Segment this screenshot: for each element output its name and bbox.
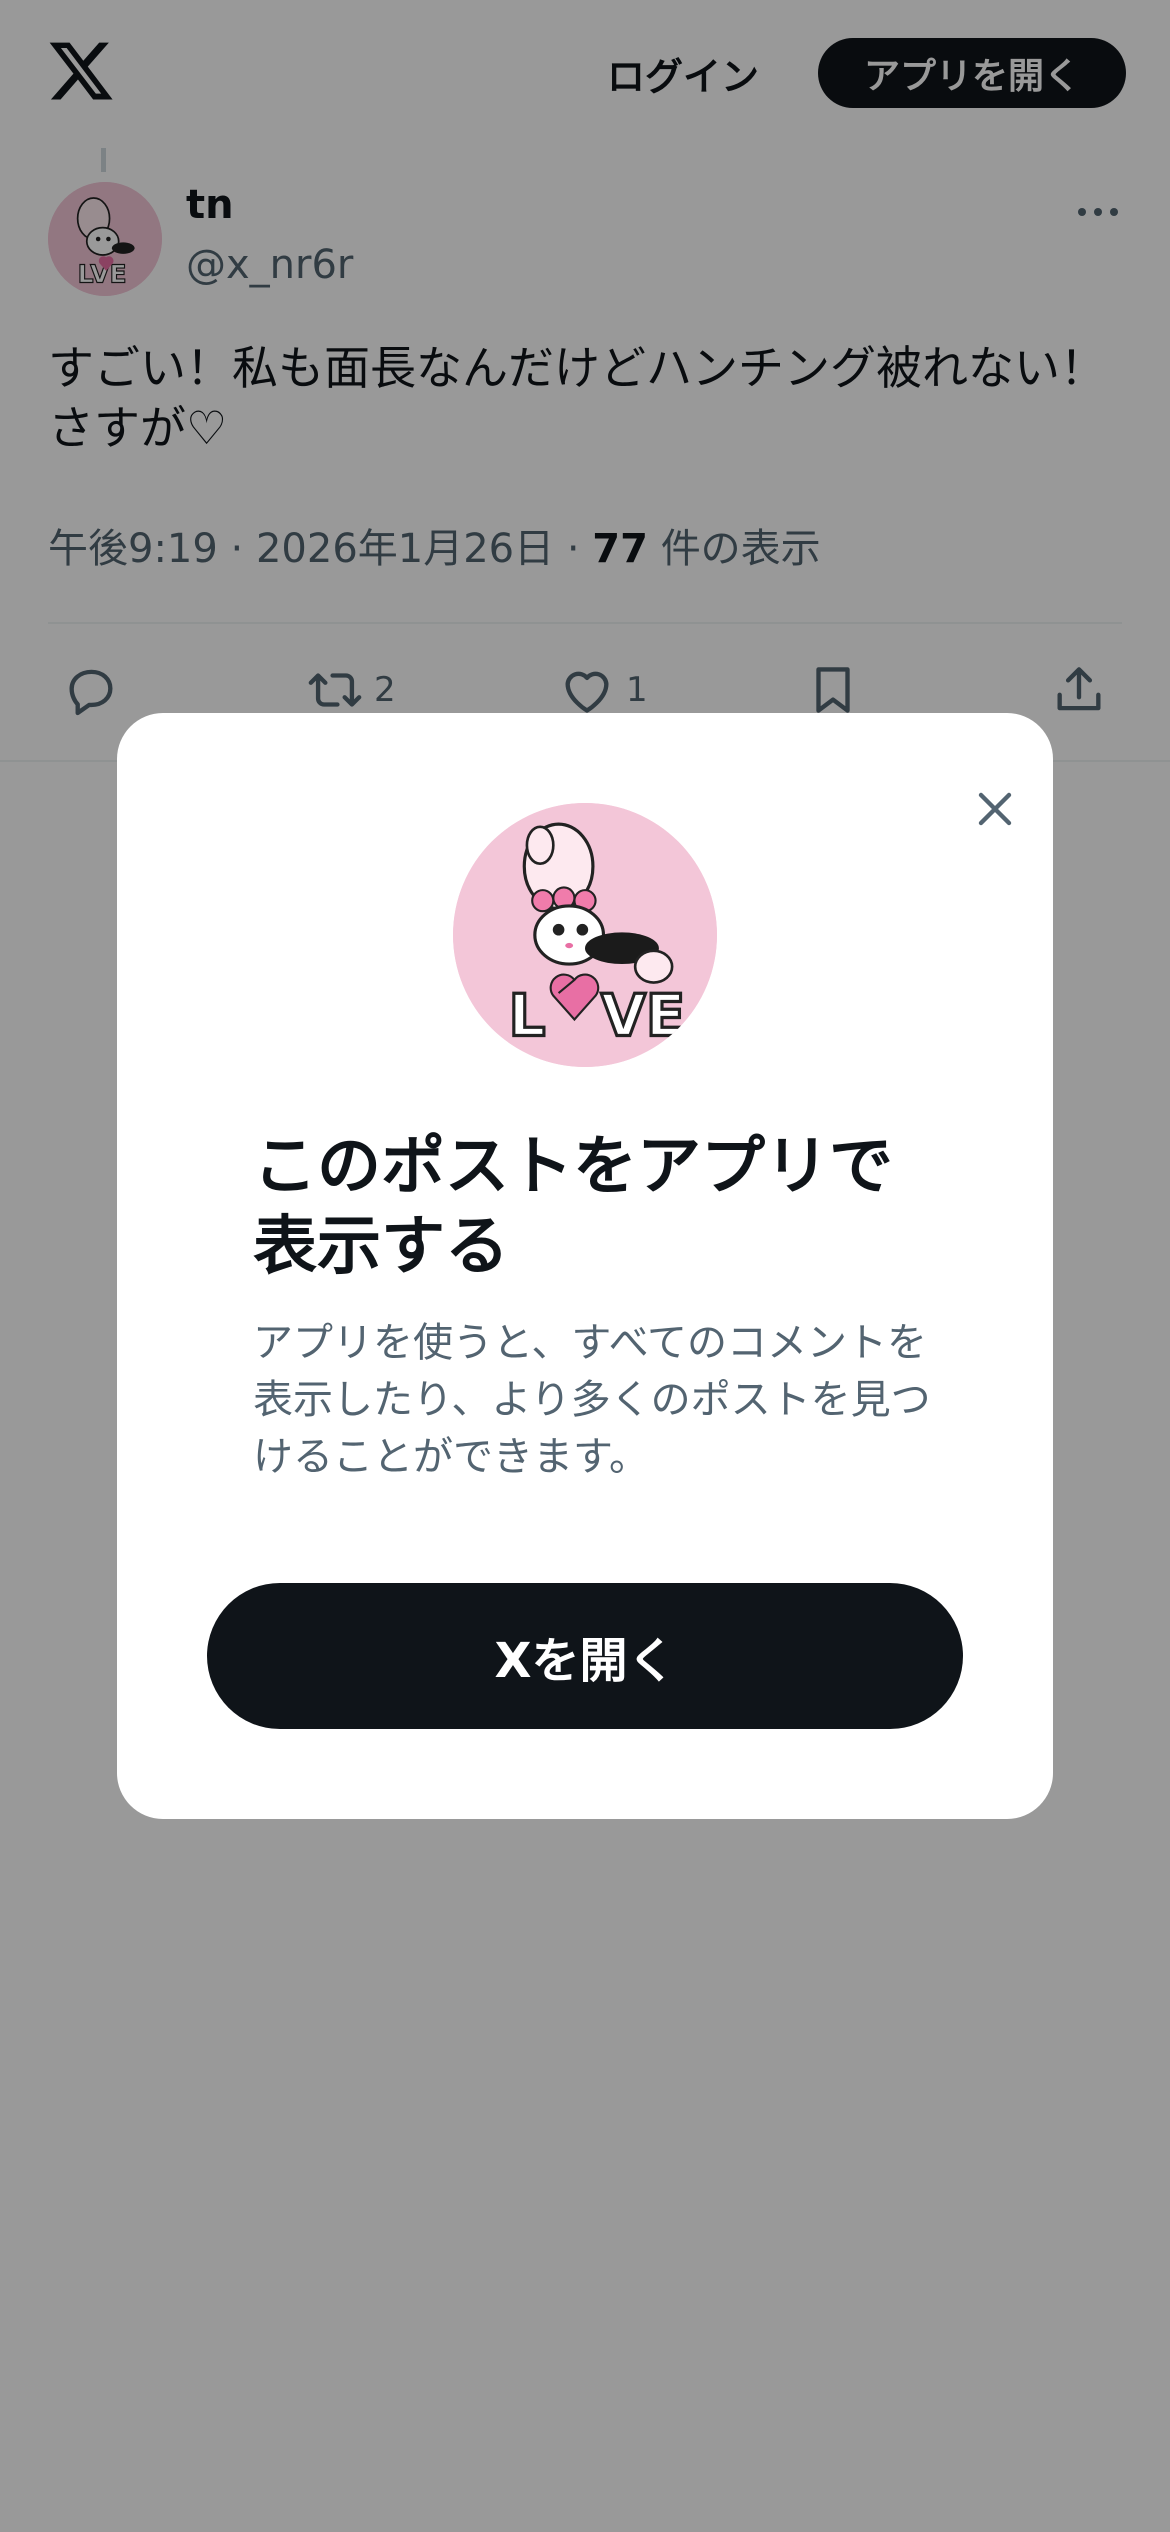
close-icon: [978, 792, 1012, 826]
open-x-button[interactable]: Xを開く: [207, 1583, 963, 1729]
modal-description: アプリを使うと、すべてのコメントを表示したり、より多くのポストを見つけることがで…: [253, 1320, 931, 1480]
svg-text:VE: VE: [601, 981, 686, 1049]
modal-avatar: L VE: [453, 803, 717, 1067]
close-button[interactable]: [953, 767, 1037, 851]
page: ログイン アプリを開く LVE tn @x_nr6r すごい！私も面長なんだけど…: [0, 0, 1170, 2532]
open-in-app-modal: L VE このポストをアプリで表示する アプリを使うと、すべてのコメントを表示し…: [117, 713, 1053, 1819]
modal-title: このポストをアプリで表示する: [253, 1130, 893, 1284]
svg-text:L: L: [508, 981, 545, 1049]
